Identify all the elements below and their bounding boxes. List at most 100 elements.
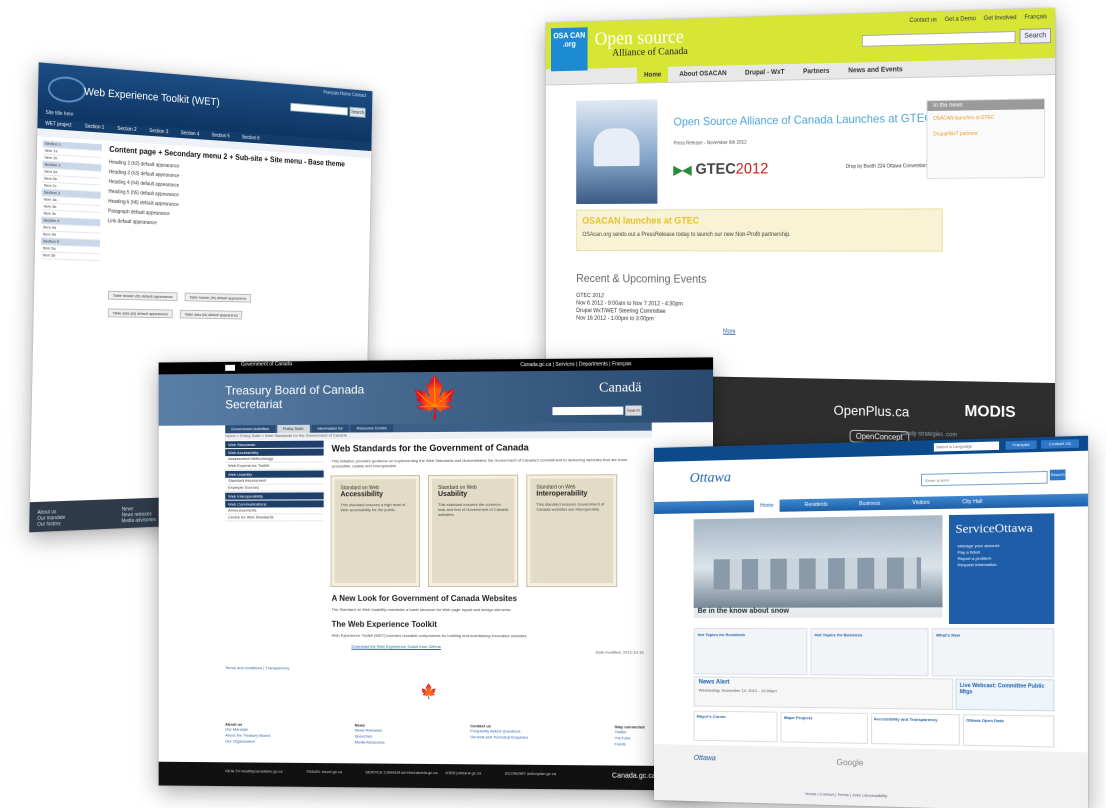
ottawa-tile[interactable]: Major Projects — [780, 711, 868, 744]
ottawa-contact-button[interactable]: Contact Us — [1040, 439, 1079, 449]
wet-top-links[interactable]: Français Home Contact — [323, 90, 366, 99]
ottawa-snow-photo[interactable] — [693, 515, 943, 618]
tbs-footer-columns: About us Our Mandate About the Treasury … — [225, 722, 644, 748]
tbs-footer-theme-link[interactable]: JOBS jobbank.gc.ca — [445, 770, 481, 775]
wet-footer-link[interactable]: Our history — [37, 521, 65, 528]
wet-menu-item[interactable]: Section 6 — [242, 133, 260, 144]
wet-content: Content page + Secondary menu 2 + Sub-si… — [98, 144, 366, 323]
candy-strategies-logo[interactable]: candy strategies .com — [901, 431, 957, 438]
wet-sidebar-item[interactable]: Item 5b — [40, 252, 100, 262]
canada-gc-link[interactable]: Canada.gc.ca — [612, 773, 656, 780]
wet-menu-item[interactable]: Section 2 — [117, 124, 136, 135]
tbs-footer-link[interactable]: General and Technical Enquiries — [470, 734, 528, 740]
osacan-top-link[interactable]: Contact us — [909, 17, 936, 24]
ottawa-nav-home[interactable]: Home — [754, 499, 780, 513]
osacan-sidebox-link[interactable]: OSACAN launches at GTEC — [927, 109, 1044, 127]
tbs-search-input[interactable] — [552, 406, 624, 416]
tbs-footer-bar: HEALTH healthycanadians.gc.ca TRAVEL tra… — [158, 761, 714, 791]
tbs-section-heading: The Web Experience Toolkit — [331, 619, 437, 630]
osacan-top-link[interactable]: Get Involved — [984, 15, 1017, 22]
osacan-search-input[interactable] — [861, 31, 1016, 47]
tbs-footer-theme-link[interactable]: ECONOMY actionplan.gc.ca — [505, 771, 556, 776]
tbs-left-item[interactable]: Web Experience Toolkit — [225, 462, 324, 470]
serviceottawa-title: ServiceOttawa — [955, 520, 1033, 536]
tbs-banner: Treasury Board of Canada Secretariat 🍁 C… — [158, 369, 714, 426]
osacan-top-link[interactable]: Français — [1024, 14, 1047, 21]
osacan-nav-partners[interactable]: Partners — [796, 63, 837, 79]
tbs-footer-theme-link[interactable]: TRAVEL travel.gc.ca — [306, 769, 342, 774]
tile-name: Accessibility — [340, 491, 383, 499]
ottawa-tile[interactable]: Mayor's Corner — [693, 710, 778, 743]
osacan-launch-desc: OSAcan.org sends out a PressRelease toda… — [582, 232, 791, 238]
ottawa-hot-topics: Hot Topics for Residents Hot Topics for … — [693, 628, 1055, 678]
osacan-search-button[interactable]: Search — [1019, 28, 1052, 44]
osacan-more-link[interactable]: More — [723, 329, 735, 335]
ottawa-search-button[interactable]: Search — [1049, 469, 1066, 481]
tbs-footer-links[interactable]: Terms and conditions | Transparency — [225, 665, 713, 672]
wet-menu-item[interactable]: Section 1 — [85, 122, 105, 133]
tbs-left-heading[interactable]: Web Interoperability — [225, 492, 324, 500]
osacan-nav-news[interactable]: News and Events — [841, 61, 911, 78]
ottawa-column-heading[interactable]: Hot Topics for Business — [812, 629, 928, 641]
tbs-nav-item[interactable]: Policy Suite — [276, 424, 310, 433]
osacan-nav-home[interactable]: Home — [636, 66, 669, 83]
openplus-logo[interactable]: OpenPlus.ca — [834, 402, 910, 419]
osacan-launch-title[interactable]: OSACAN launches at GTEC — [577, 209, 942, 232]
osacan-logo-badge[interactable]: OSA CAN .org — [550, 27, 588, 72]
tbs-footer-link[interactable]: Our Organization — [225, 738, 270, 744]
tbs-date-modified: Date modified: 2012-10-15 — [595, 649, 644, 655]
tbs-left-nav: Web Standards Web Accessibility Assessme… — [225, 440, 324, 658]
ottawa-hero-caption-text[interactable]: Be in the know about snow — [694, 607, 943, 615]
standard-tile-interoperability[interactable]: Standard on Web Interoperability This st… — [527, 475, 617, 587]
ottawa-tile[interactable]: Accessibility and Transparency — [870, 712, 960, 746]
wet-menu-item[interactable]: Section 3 — [149, 126, 168, 137]
ottawa-logo[interactable]: Ottawa — [690, 470, 731, 487]
ottawa-nav-visitors[interactable]: Visitors — [906, 496, 936, 509]
osacan-nav-about[interactable]: About OSACAN — [672, 65, 734, 82]
ottawa-column-heading[interactable]: Hot Topics for Residents — [695, 629, 807, 640]
wet-table-cell: Table header (th) default appearance — [108, 290, 178, 302]
tbs-nav-item[interactable]: Resource Centre — [350, 424, 393, 433]
ottawa-nav-residents[interactable]: Residents — [798, 498, 833, 511]
modis-logo[interactable]: MODIS — [965, 403, 1016, 422]
wet-search-button[interactable]: Search — [349, 106, 366, 118]
osacan-hero-title[interactable]: Open Source Alliance of Canada Launches … — [673, 111, 961, 129]
tbs-page-screenshot: Government of Canada Canada.gc.ca | Serv… — [158, 357, 714, 791]
tbs-left-item[interactable]: Example Sources — [225, 484, 324, 492]
maple-leaf-icon: 🍁 — [410, 375, 460, 421]
ottawa-francais-button[interactable]: Français — [1005, 440, 1037, 450]
tbs-search-button[interactable]: Search — [625, 405, 642, 416]
osacan-top-link[interactable]: Get a Demo — [945, 16, 976, 23]
tbs-left-heading[interactable]: Web Standards — [225, 440, 324, 449]
wet-menu-item[interactable]: WET project — [45, 119, 71, 131]
ottawa-nav-business[interactable]: Business — [853, 497, 887, 510]
osacan-sidebox-link[interactable]: Drupal/WxT partners — [927, 125, 1044, 142]
tbs-intro: This initiative provides guidance on imp… — [331, 457, 628, 469]
tbs-left-item[interactable]: Centre for Web Standards — [225, 514, 324, 522]
serviceottawa-item[interactable]: Request information — [949, 561, 1054, 568]
wet-logo-icon — [47, 75, 87, 104]
tbs-fip-links[interactable]: Canada.gc.ca | Services | Departments | … — [520, 361, 631, 368]
standard-tile-accessibility[interactable]: Standard on Web Accessibility This stand… — [331, 476, 420, 586]
ottawa-hero-caption: Be in the know about snow — [693, 607, 943, 624]
ottawa-column-heading[interactable]: What's New — [933, 629, 1053, 641]
canada-wordmark: Canadä — [598, 380, 642, 396]
tbs-footer-theme-link[interactable]: HEALTH healthycanadians.gc.ca — [225, 768, 282, 773]
ottawa-language-select[interactable]: Select a Language — [933, 441, 1000, 452]
ottawa-webcast-box[interactable]: Live Webcast: Committee Public Mtgs — [955, 678, 1055, 712]
tbs-footer-link[interactable]: Media Advisories — [355, 739, 385, 745]
ottawa-search-input[interactable]: Enter a term — [921, 470, 1048, 487]
ottawa-tile[interactable]: Ottawa Open Data — [962, 714, 1055, 748]
osacan-nav-drupal[interactable]: Drupal - WxT — [738, 64, 792, 81]
tbs-footer-link[interactable]: Feeds — [615, 741, 645, 747]
standard-tile-usability[interactable]: Standard on Web Usability This standard … — [429, 475, 518, 587]
tile-desc: This standard ensures a high level of We… — [340, 502, 406, 513]
wet-menu-item[interactable]: Section 5 — [211, 131, 230, 142]
wet-footer-link[interactable]: Media advisories — [121, 517, 155, 524]
ottawa-nav-cityhall[interactable]: City Hall — [956, 495, 989, 508]
ottawa-footer-links[interactable]: Home | Contact | Terms | Jobs | Accessib… — [805, 791, 887, 798]
tbs-nav-item[interactable]: Information for — [311, 424, 349, 433]
wet-menu-item[interactable]: Section 4 — [181, 128, 200, 139]
wet-search-input[interactable] — [290, 102, 348, 116]
tbs-footer-theme-link[interactable]: SERVICE CANADA servicecanada.gc.ca — [365, 769, 437, 775]
